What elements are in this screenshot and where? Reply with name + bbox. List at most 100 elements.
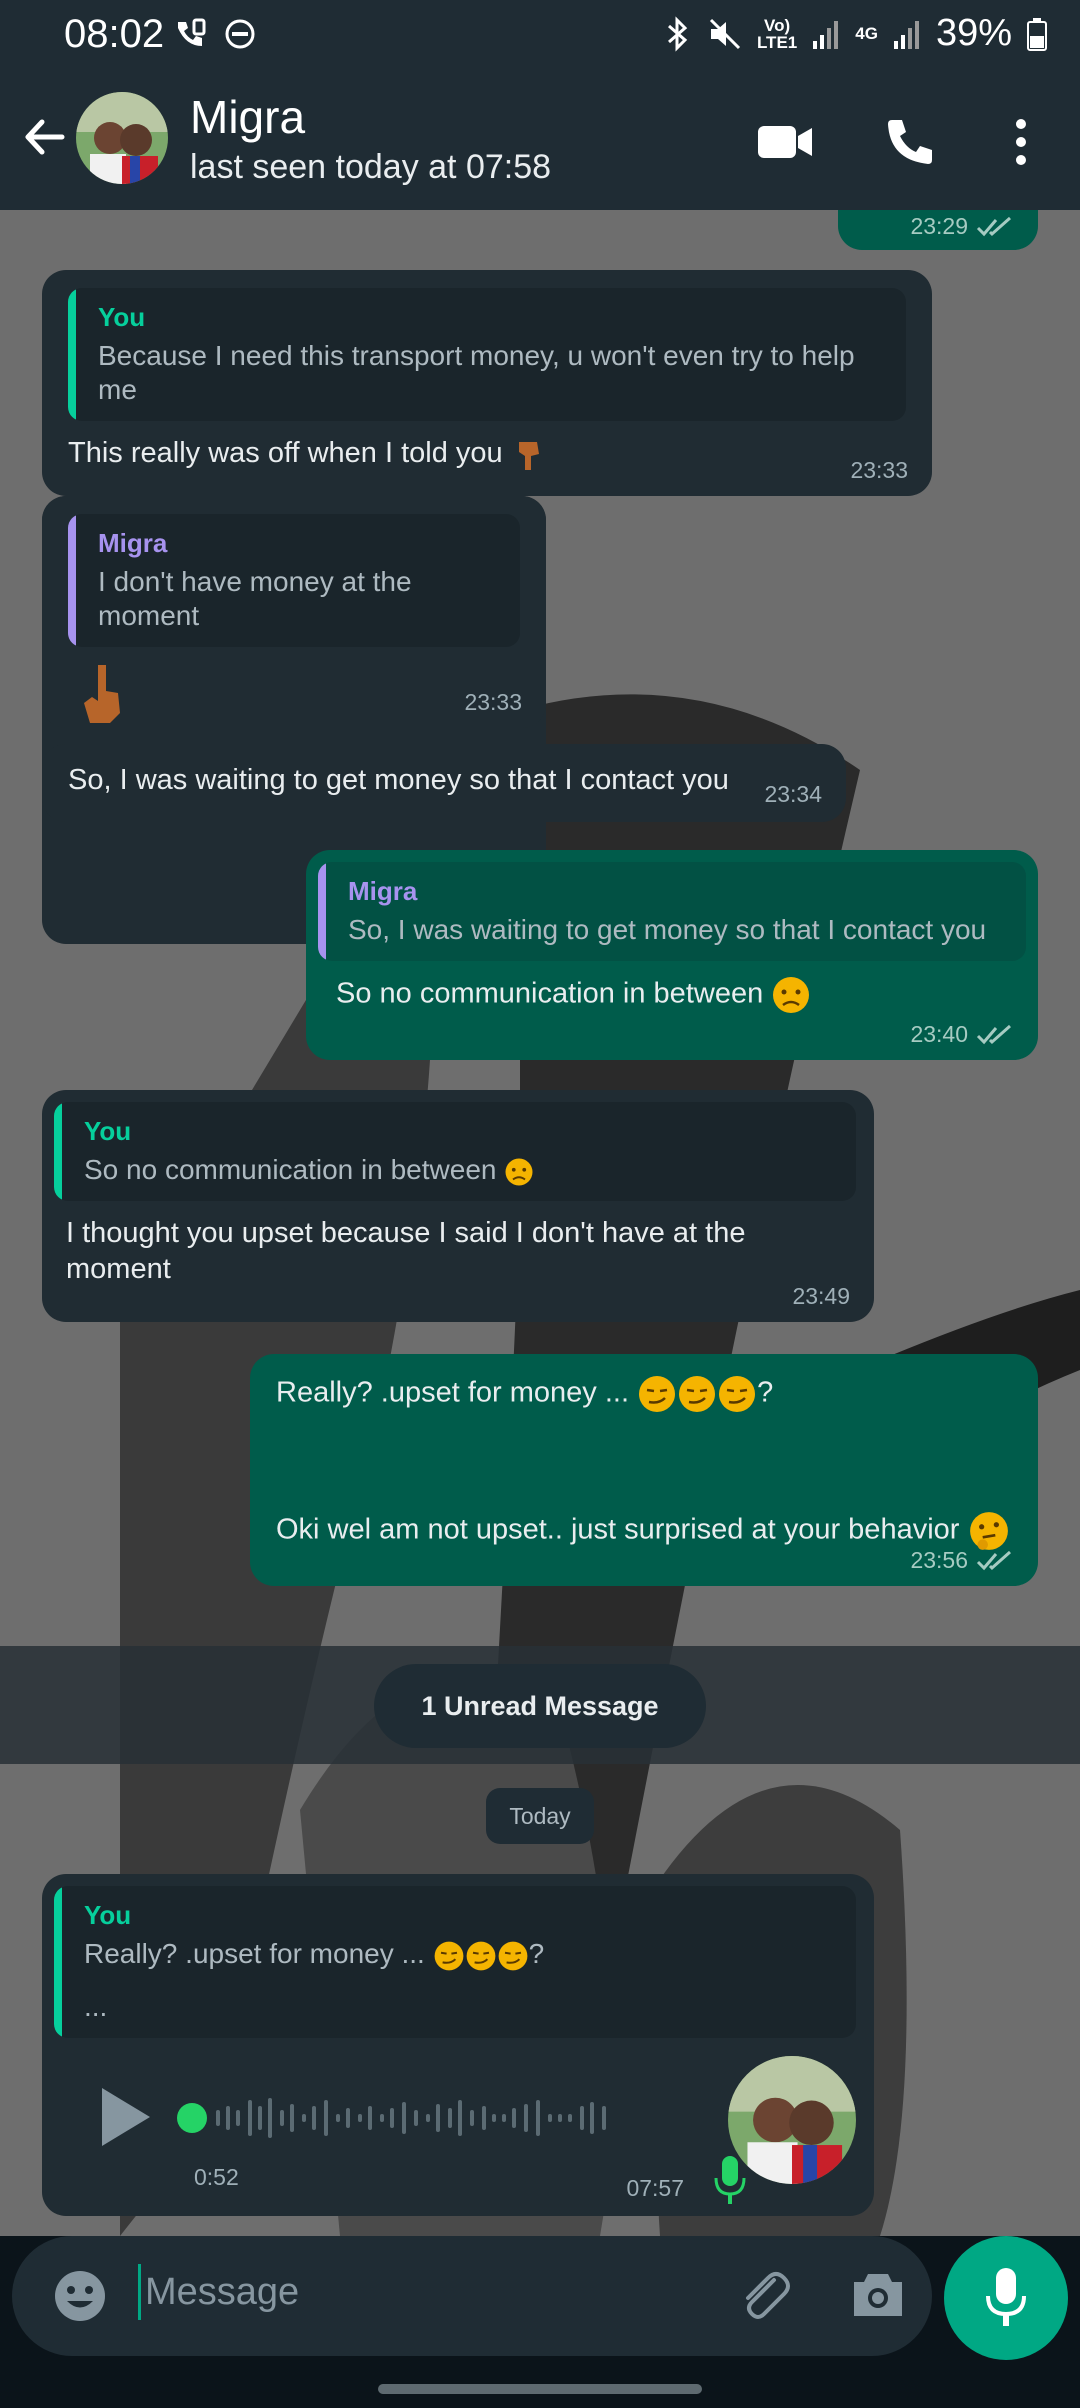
message-input-container[interactable]: Message — [12, 2236, 932, 2356]
video-call-icon[interactable] — [756, 116, 814, 168]
status-right-icons: Vo) LTE1 4G 39% — [663, 12, 1048, 55]
quoted-message[interactable]: Migra I don't have money at the moment — [68, 514, 520, 647]
quoted-message[interactable]: Migra So, I was waiting to get money so … — [318, 862, 1026, 961]
do-not-disturb-icon — [225, 19, 255, 49]
quoted-message[interactable]: You Really? .upset for money ... ? ... — [54, 1886, 856, 2038]
home-gesture-handle[interactable] — [378, 2384, 702, 2394]
message-meta: 23:33 — [850, 457, 908, 484]
more-options-icon[interactable] — [1006, 116, 1036, 168]
last-seen-status: last seen today at 07:58 — [190, 148, 552, 186]
chat-area[interactable]: 23:29 You Because I need this transport … — [0, 210, 1080, 2236]
status-time: 08:02 — [64, 12, 165, 56]
quote-text: I don't have money at the moment — [98, 566, 412, 631]
chat-header: Migra last seen today at 07:58 — [0, 72, 1080, 210]
message-time: 23:29 — [910, 213, 968, 239]
read-receipt-icon — [976, 216, 1011, 236]
quote-text: Really? .upset for money ... — [84, 1938, 425, 1969]
emoji-icon[interactable] — [52, 2268, 108, 2324]
voice-duration: 0:52 — [194, 2164, 239, 2190]
quote-author: You — [84, 1900, 132, 1930]
worried-face-emoji-icon — [773, 977, 810, 1013]
message-text: This really was off when I told you — [68, 437, 503, 469]
call-forward-icon — [178, 18, 206, 46]
message-bubble-incoming[interactable]: So, I was waiting to get money so that I… — [42, 744, 846, 822]
message-text: So no communication in between — [336, 977, 764, 1010]
message-input[interactable]: Message — [138, 2264, 299, 2320]
quote-author: Migra — [348, 876, 418, 906]
mute-icon — [709, 18, 740, 49]
status-bar: 08:02 Vo) LTE1 4G 39% — [0, 0, 1080, 72]
attach-icon[interactable] — [734, 2266, 794, 2326]
message-text: Really? .upset for money ... — [276, 1376, 629, 1409]
network-volte-label: Vo) LTE1 — [756, 15, 798, 52]
message-meta: 23:40 — [910, 1021, 1014, 1048]
message-time: 23:33 — [850, 457, 908, 483]
voice-waveform[interactable] — [176, 2088, 676, 2148]
message-text-row-2: Oki wel am not upset.. just surprised at… — [276, 1510, 1012, 1552]
contact-avatar[interactable] — [76, 92, 168, 184]
message-bubble-incoming[interactable]: Migra I don't have money at the moment 2… — [42, 496, 546, 728]
message-text-row-1: Really? .upset for money ... ? — [276, 1374, 1012, 1414]
date-separator: Today — [486, 1788, 594, 1844]
quote-text-line-2: ... — [84, 1990, 108, 2022]
worried-face-emoji-icon — [505, 1158, 533, 1186]
system-nav-bar — [0, 2368, 1080, 2408]
quote-text-row: So no communication in between — [84, 1153, 838, 1187]
quote-author: You — [84, 1116, 132, 1146]
message-meta: 23:49 — [792, 1283, 850, 1310]
message-time: 23:40 — [910, 1021, 968, 1047]
play-icon[interactable] — [96, 2084, 156, 2150]
quote-text: Because I need this transport money, u w… — [98, 340, 855, 405]
message-bubble-outgoing[interactable]: 23:29 — [838, 210, 1038, 250]
quote-text-row: Really? .upset for money ... ? — [84, 1937, 838, 1972]
message-time: 23:33 — [464, 689, 522, 715]
pointing-up-emoji-icon — [84, 665, 120, 723]
message-text: I thought you upset because I said I don… — [66, 1217, 746, 1285]
camera-icon[interactable] — [850, 2270, 906, 2320]
message-bubble-outgoing[interactable]: Migra So, I was waiting to get money so … — [306, 850, 1038, 1060]
signal-icon-2 — [893, 20, 919, 49]
battery-percent: 39% — [935, 12, 1012, 54]
thinking-face-emoji-icon — [969, 1512, 1008, 1550]
network-4g-label: 4G — [855, 24, 878, 43]
message-text: Oki wel am not upset.. just surprised at… — [276, 1513, 960, 1546]
status-left-icons — [172, 16, 258, 52]
unread-messages-pill: 1 Unread Message — [374, 1664, 706, 1748]
quote-text: So, I was waiting to get money so that I… — [348, 914, 987, 945]
voice-message-bubble[interactable]: You Really? .upset for money ... ? ... 0… — [42, 1874, 874, 2216]
message-meta: 23:56 — [910, 1547, 1014, 1574]
voice-call-icon[interactable] — [884, 116, 936, 168]
voice-mic-icon — [714, 2156, 746, 2204]
message-text-row: This really was off when I told you — [68, 435, 906, 472]
message-input-bar: Message — [0, 2236, 1080, 2368]
message-bubble-incoming[interactable]: You Because I need this transport money,… — [42, 270, 932, 496]
message-time: 23:34 — [764, 781, 822, 807]
message-meta: 23:29 — [910, 213, 1014, 240]
message-meta: 23:34 — [764, 781, 822, 808]
message-time: 23:56 — [910, 1547, 968, 1573]
quote-author: You — [98, 302, 146, 332]
message-meta: 23:33 — [464, 689, 522, 716]
message-text: So, I was waiting to get money so that I… — [68, 764, 729, 796]
pointing-down-emoji-icon — [518, 442, 539, 471]
smirking-face-emoji-icon — [639, 1376, 756, 1412]
message-bubble-incoming[interactable]: You So no communication in between I tho… — [42, 1090, 874, 1322]
read-receipt-icon — [976, 1550, 1011, 1570]
read-receipt-icon — [976, 1024, 1011, 1044]
back-arrow-icon[interactable] — [20, 112, 70, 162]
mic-icon — [986, 2268, 1026, 2326]
message-time: 07:57 — [626, 2175, 684, 2201]
contact-name[interactable]: Migra — [190, 90, 305, 144]
quote-author: Migra — [98, 528, 168, 558]
message-bubble-outgoing[interactable]: Really? .upset for money ... ? Oki wel a… — [250, 1354, 1038, 1586]
bluetooth-icon — [667, 15, 688, 52]
quoted-message[interactable]: You Because I need this transport money,… — [68, 288, 906, 421]
voice-record-button[interactable] — [944, 2236, 1068, 2360]
signal-icon-1 — [813, 20, 839, 49]
message-text-end: ? — [757, 1376, 774, 1409]
quoted-message[interactable]: You So no communication in between — [54, 1102, 856, 1201]
battery-icon — [1027, 17, 1047, 51]
message-time: 23:49 — [792, 1283, 850, 1309]
quote-text: So no communication in between — [84, 1154, 497, 1185]
message-meta: 07:57 — [626, 2175, 684, 2202]
